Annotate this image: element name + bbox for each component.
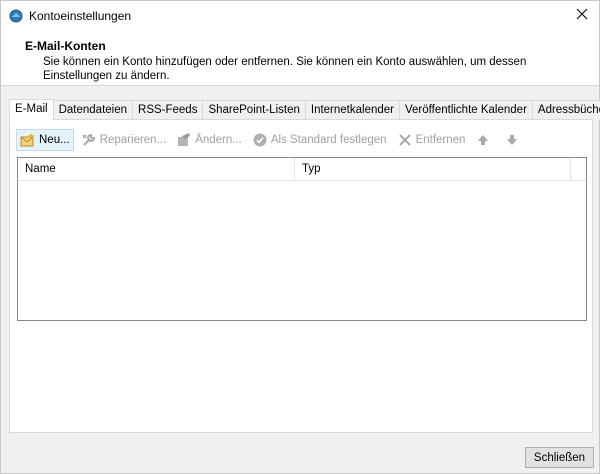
tab-published-calendars[interactable]: Veröffentlichte Kalender [399, 100, 533, 120]
remove-button[interactable]: Entfernen [394, 129, 469, 151]
column-header-name[interactable]: Name [18, 158, 295, 180]
arrow-down-icon [504, 132, 520, 148]
tab-internet-calendars[interactable]: Internetkalender [304, 100, 400, 120]
remove-label: Entfernen [415, 134, 466, 146]
tab-rss-feeds[interactable]: RSS-Feeds [132, 100, 204, 120]
window-close-button[interactable] [569, 3, 595, 27]
move-up-button[interactable] [472, 129, 497, 151]
repair-label: Reparieren... [99, 134, 167, 146]
section-title: E-Mail-Konten [25, 39, 106, 53]
move-down-button[interactable] [501, 129, 526, 151]
arrow-up-icon [475, 132, 491, 148]
new-account-button[interactable]: Neu... [16, 129, 74, 151]
tab-address-books[interactable]: Adressbücher [531, 100, 600, 120]
repair-button[interactable]: Reparieren... [78, 129, 169, 151]
close-dialog-button[interactable]: Schließen [525, 447, 594, 468]
outlook-app-icon [9, 9, 23, 23]
account-toolbar: Neu... Reparieren... Ändern... Als Stand… [16, 128, 530, 152]
close-icon [576, 8, 588, 23]
change-label: Ändern... [195, 134, 242, 146]
checkmark-icon [252, 132, 268, 148]
window-title: Kontoeinstellungen [29, 9, 132, 23]
change-button[interactable]: Ändern... [173, 129, 245, 151]
new-mail-icon [20, 132, 36, 148]
list-header: Name Typ [18, 158, 586, 181]
remove-x-icon [397, 132, 413, 148]
wrench-icon [81, 132, 97, 148]
column-header-type[interactable]: Typ [295, 158, 571, 180]
tab-strip: E-Mail Datendateien RSS-Feeds SharePoint… [9, 99, 600, 120]
account-list[interactable]: Name Typ [17, 157, 587, 321]
edit-icon [176, 132, 192, 148]
tab-sharepoint-lists[interactable]: SharePoint-Listen [202, 100, 306, 120]
account-settings-window: Kontoeinstellungen E-Mail-Konten Sie kön… [0, 0, 600, 474]
tab-data-files[interactable]: Datendateien [52, 100, 134, 120]
email-tab-panel: Neu... Reparieren... Ändern... Als Stand… [9, 119, 593, 433]
tab-email[interactable]: E-Mail [9, 99, 54, 120]
dialog-header: E-Mail-Konten Sie können ein Konto hinzu… [1, 31, 599, 86]
set-default-button[interactable]: Als Standard festlegen [249, 129, 390, 151]
section-description: Sie können ein Konto hinzufügen oder ent… [43, 56, 527, 82]
set-default-label: Als Standard festlegen [270, 134, 387, 146]
title-bar: Kontoeinstellungen [1, 1, 599, 31]
new-account-label: Neu... [39, 134, 70, 146]
